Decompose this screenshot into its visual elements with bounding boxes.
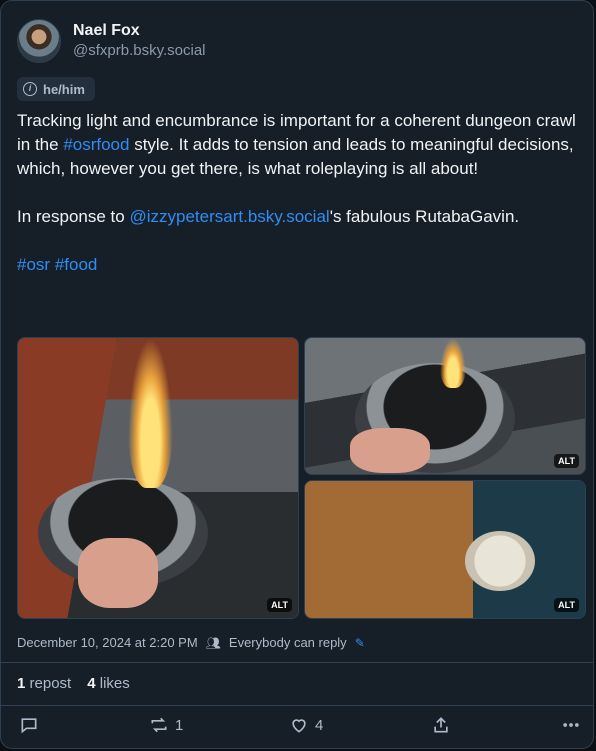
reply-setting[interactable]: Everybody can reply xyxy=(229,635,347,650)
twine-shape xyxy=(465,531,535,591)
media-grid: ALT ALT ALT xyxy=(17,337,586,619)
repost-icon xyxy=(151,717,167,733)
more-options-button[interactable] xyxy=(561,715,581,735)
hashtag-osr-link[interactable]: #osr xyxy=(17,255,50,274)
heart-icon xyxy=(292,719,306,733)
info-icon: i xyxy=(23,82,37,96)
like-count: 4 xyxy=(315,716,324,734)
author-handle[interactable]: @sfxprb.bsky.social xyxy=(73,41,206,61)
more-icon xyxy=(563,723,579,727)
post-tags: #osr #food xyxy=(17,253,583,277)
likes-stat[interactable]: 4 likes xyxy=(87,675,130,692)
pencil-icon[interactable]: ✎ xyxy=(355,636,365,650)
alt-badge[interactable]: ALT xyxy=(554,454,579,468)
action-bar: 1 4 xyxy=(1,715,593,743)
image-1[interactable]: ALT xyxy=(17,337,299,619)
share-button[interactable] xyxy=(431,715,451,735)
reposts-stat[interactable]: 1 repost xyxy=(17,675,71,692)
hashtag-osrfood-link[interactable]: #osrfood xyxy=(63,135,129,154)
likes-count: 4 xyxy=(87,675,96,692)
post-text: Tracking light and encumbrance is import… xyxy=(17,109,583,277)
alt-badge[interactable]: ALT xyxy=(267,598,292,612)
repost-button[interactable]: 1 xyxy=(149,715,183,735)
hand-shape xyxy=(350,428,430,473)
avatar[interactable] xyxy=(17,19,61,63)
post-meta: December 10, 2024 at 2:20 PM 👥︎ Everybod… xyxy=(17,635,365,650)
pronouns-badge: i he/him xyxy=(17,77,95,101)
likes-label: likes xyxy=(99,675,130,692)
reposts-label: repost xyxy=(29,675,72,692)
repost-count: 1 xyxy=(175,716,184,734)
mention-link[interactable]: @izzypetersart.bsky.social xyxy=(129,207,329,226)
image-2[interactable]: ALT xyxy=(304,337,586,475)
reply-button[interactable] xyxy=(19,715,39,735)
reply-icon xyxy=(21,718,37,734)
hand-shape xyxy=(78,538,158,608)
alt-badge[interactable]: ALT xyxy=(554,598,579,612)
like-button[interactable]: 4 xyxy=(289,715,323,735)
post-card: Nael Fox @sfxprb.bsky.social i he/him Tr… xyxy=(0,0,594,749)
post-paragraph-2: In response to @izzypetersart.bsky.socia… xyxy=(17,205,583,229)
divider xyxy=(1,705,593,706)
flame-shape xyxy=(440,338,466,388)
author-names: Nael Fox @sfxprb.bsky.social xyxy=(73,21,206,61)
pronouns-label: he/him xyxy=(43,81,85,97)
share-icon xyxy=(434,717,448,733)
hashtag-food-link[interactable]: #food xyxy=(55,255,98,274)
divider xyxy=(1,662,593,663)
timestamp[interactable]: December 10, 2024 at 2:20 PM xyxy=(17,635,198,650)
post-stats: 1 repost 4 likes xyxy=(17,675,130,692)
post-paragraph-1: Tracking light and encumbrance is import… xyxy=(17,109,583,181)
people-icon: 👥︎ xyxy=(205,635,221,650)
post-text-segment: In response to xyxy=(17,207,130,226)
post-text-segment: 's fabulous RutabaGavin. xyxy=(329,207,520,226)
post-header: Nael Fox @sfxprb.bsky.social xyxy=(17,19,206,63)
flame-shape xyxy=(128,338,173,488)
image-3[interactable]: ALT xyxy=(304,480,586,619)
author-display-name[interactable]: Nael Fox xyxy=(73,21,206,41)
reposts-count: 1 xyxy=(17,675,26,692)
